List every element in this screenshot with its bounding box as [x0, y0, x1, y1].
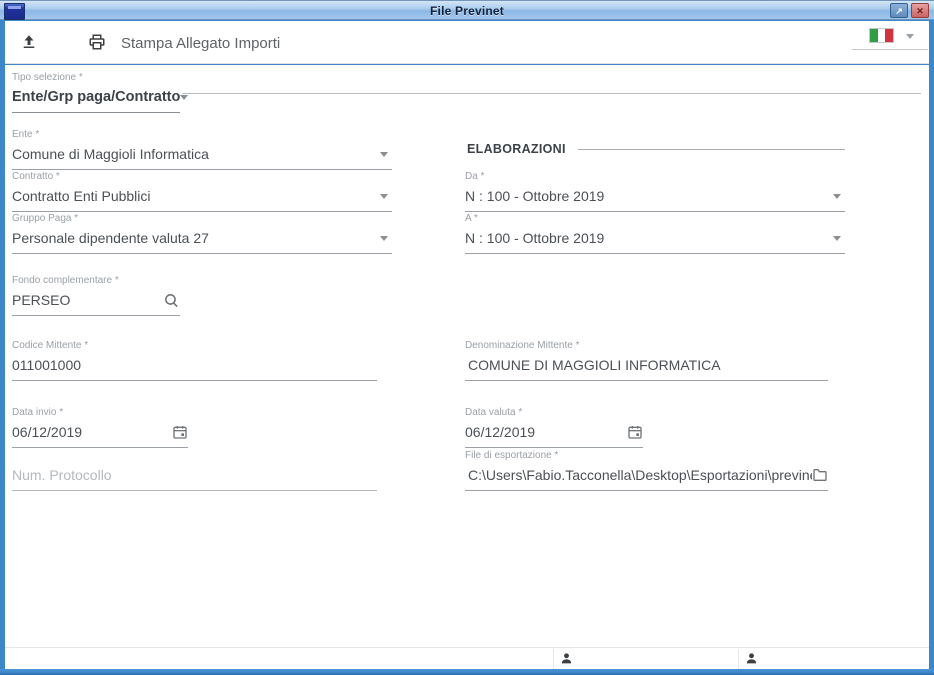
tipo-separator-line: [182, 93, 921, 94]
field-underline: [465, 211, 845, 212]
field-underline: [465, 490, 828, 491]
field-fondo-complementare: Fondo complementare *: [12, 275, 180, 316]
a-value: N : 100 - Ottobre 2019: [465, 230, 605, 246]
ente-select[interactable]: Comune di Maggioli Informatica: [12, 144, 392, 164]
chevron-down-icon: [833, 235, 841, 241]
field-label: Data invio *: [12, 407, 64, 418]
file-esportazione-input[interactable]: [468, 465, 812, 485]
language-underline: [852, 49, 928, 50]
field-tipo-selezione: Tipo selezione * Ente/Grp paga/Contratto: [12, 72, 189, 113]
field-label: Tipo selezione *: [12, 72, 83, 83]
field-contratto: Contratto * Contratto Enti Pubblici: [12, 171, 392, 212]
field-label: A *: [465, 213, 478, 224]
section-title: ELABORAZIONI: [467, 142, 566, 156]
field-underline: [465, 380, 828, 381]
calendar-icon[interactable]: [172, 424, 188, 440]
field-ente: Ente * Comune di Maggioli Informatica: [12, 129, 392, 170]
field-label: Ente *: [12, 129, 40, 140]
gruppo-paga-value: Personale dipendente valuta 27: [12, 230, 209, 246]
chevron-down-icon: [380, 193, 388, 199]
field-underline: [465, 447, 643, 448]
tipo-selezione-value: Ente/Grp paga/Contratto: [12, 89, 181, 105]
printer-icon[interactable]: [88, 33, 106, 56]
field-codice-mittente: Codice Mittente *: [12, 340, 377, 381]
field-a: A * N : 100 - Ottobre 2019: [465, 213, 845, 254]
field-label: Denominazione Mittente *: [465, 340, 580, 351]
field-underline: [12, 380, 377, 381]
field-file-esportazione: File di esportazione *: [465, 450, 828, 491]
upload-icon[interactable]: [20, 33, 38, 56]
elaborazioni-section-header: ELABORAZIONI: [467, 142, 845, 156]
da-value: N : 100 - Ottobre 2019: [465, 188, 605, 204]
user-icon[interactable]: [560, 652, 573, 670]
contratto-select[interactable]: Contratto Enti Pubblici: [12, 186, 392, 206]
section-line: [577, 148, 845, 150]
field-num-protocollo: [12, 465, 377, 491]
footer-bar: [5, 647, 929, 669]
denominazione-mittente-input[interactable]: [468, 355, 828, 375]
codice-mittente-input[interactable]: [12, 355, 377, 375]
ente-value: Comune di Maggioli Informatica: [12, 146, 209, 162]
chevron-down-icon[interactable]: [906, 34, 914, 39]
field-gruppo-paga: Gruppo Paga * Personale dipendente valut…: [12, 213, 392, 254]
field-label: Codice Mittente *: [12, 340, 89, 351]
calendar-icon[interactable]: [627, 424, 643, 440]
field-data-valuta: Data valuta *: [465, 407, 643, 448]
field-underline: [12, 211, 392, 212]
close-button[interactable]: ✕: [911, 3, 929, 18]
field-underline: [12, 253, 392, 254]
fondo-complementare-input[interactable]: [12, 290, 163, 310]
field-underline: [12, 169, 392, 170]
field-label: Da *: [465, 171, 485, 182]
num-protocollo-input[interactable]: [12, 465, 377, 485]
chevron-down-icon: [380, 235, 388, 241]
user-icon[interactable]: [745, 652, 758, 670]
data-valuta-input[interactable]: [465, 422, 627, 442]
field-data-invio: Data invio *: [12, 407, 188, 448]
titlebar[interactable]: File Previnet ↗ ✕: [0, 0, 934, 20]
chevron-down-icon: [833, 193, 841, 199]
field-underline: [12, 447, 188, 448]
maximize-button[interactable]: ↗: [890, 3, 908, 18]
field-underline: [12, 490, 377, 491]
folder-icon[interactable]: [812, 467, 828, 483]
footer-separator: [553, 649, 554, 669]
window-bottom-border: [0, 669, 934, 675]
data-invio-input[interactable]: [12, 422, 172, 442]
field-underline: [465, 253, 845, 254]
da-select[interactable]: N : 100 - Ottobre 2019: [465, 186, 845, 206]
print-allegato-button[interactable]: Stampa Allegato Importi: [121, 35, 280, 52]
footer-separator: [738, 649, 739, 669]
file-previnet-window: File Previnet ↗ ✕ Stampa Allegato Import…: [0, 0, 934, 675]
field-denominazione-mittente: Denominazione Mittente *: [465, 340, 828, 381]
chevron-down-icon: [180, 94, 189, 100]
contratto-value: Contratto Enti Pubblici: [12, 188, 151, 204]
toolbar: Stampa Allegato Importi: [5, 21, 929, 64]
field-underline: [12, 315, 180, 316]
field-da: Da * N : 100 - Ottobre 2019: [465, 171, 845, 212]
a-select[interactable]: N : 100 - Ottobre 2019: [465, 228, 845, 248]
window-title: File Previnet: [430, 4, 504, 18]
field-label: File di esportazione *: [465, 450, 559, 461]
field-label: Data valuta *: [465, 407, 523, 418]
italy-flag-icon[interactable]: [869, 28, 894, 43]
field-label: Gruppo Paga *: [12, 213, 79, 224]
field-underline: [12, 112, 180, 113]
gruppo-paga-select[interactable]: Personale dipendente valuta 27: [12, 228, 392, 248]
field-label: Contratto *: [12, 171, 60, 182]
search-icon[interactable]: [163, 292, 180, 309]
tipo-selezione-select[interactable]: Ente/Grp paga/Contratto: [12, 87, 189, 107]
field-label: Fondo complementare *: [12, 275, 119, 286]
chevron-down-icon: [380, 151, 388, 157]
